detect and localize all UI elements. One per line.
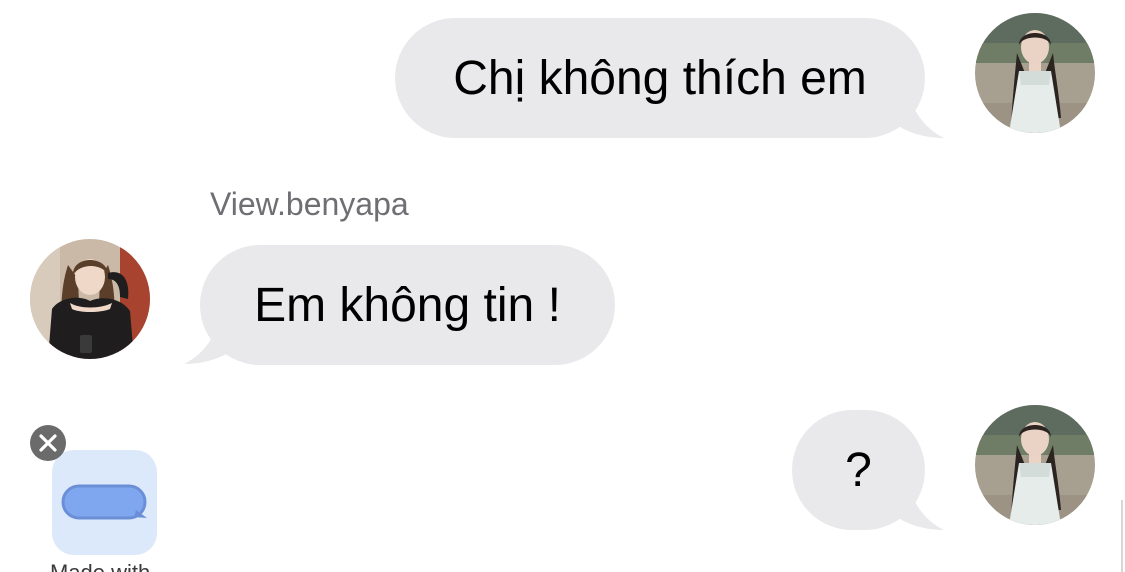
woman-white-dress-photo-icon	[975, 13, 1095, 133]
message-bubble-incoming[interactable]: Em không tin !	[200, 245, 615, 365]
message-bubble-icon	[61, 484, 147, 520]
bubble-tail-outgoing-1	[888, 100, 944, 138]
dismiss-suggestion-button[interactable]	[30, 425, 66, 461]
avatar-sender[interactable]	[30, 239, 150, 359]
close-icon	[39, 434, 57, 452]
message-text-3: ?	[845, 443, 872, 497]
app-suggestion-label: Made with...	[50, 560, 169, 572]
message-text-2: Em không tin !	[254, 278, 561, 332]
app-suggestion-tile[interactable]	[52, 450, 157, 555]
scroll-edge-divider	[1121, 500, 1123, 572]
chat-screen: Chị không thích em View.benyapa Em không…	[0, 0, 1125, 572]
avatar-self-2[interactable]	[975, 405, 1095, 525]
message-bubble-outgoing-1[interactable]: Chị không thích em	[395, 18, 925, 138]
message-text-1: Chị không thích em	[453, 51, 867, 105]
avatar-self-1[interactable]	[975, 13, 1095, 133]
sender-name: View.benyapa	[210, 186, 409, 222]
bubble-tail-outgoing-2	[888, 492, 944, 530]
woman-black-top-photo-icon	[30, 239, 150, 359]
woman-white-dress-photo-icon	[975, 405, 1095, 525]
